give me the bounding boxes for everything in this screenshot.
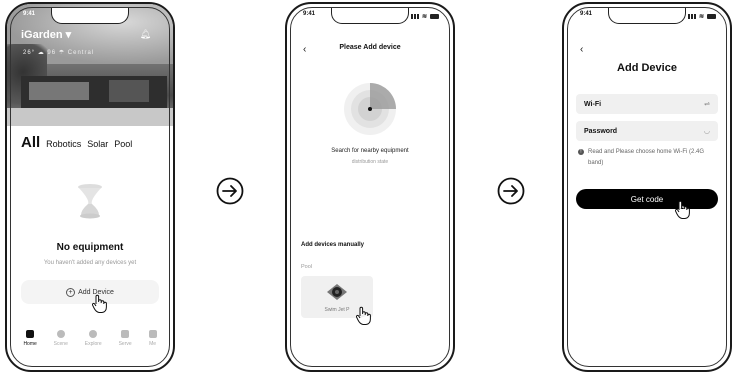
search-subtitle: distribution state [351,159,389,165]
phone-add-device-screen: 9:41 ≋ ‹ Add Device Wi-Fi ⇌ Password ◡ !… [562,2,732,372]
get-code-label: Get code [630,194,664,204]
empty-title: No equipment [56,242,124,253]
category-all[interactable]: All [21,134,40,151]
battery-icon [430,13,439,19]
explore-icon [89,330,98,338]
status-time: 9:41 [580,11,593,17]
notch [51,8,129,24]
page-title: Add Device [617,62,677,74]
weather-info: 26° ☁ 96 ☂ Central [23,50,95,56]
page-title: Please Add device [339,44,401,51]
tab-explore[interactable]: Explore [85,330,102,360]
category-robotics[interactable]: Robotics [46,139,81,149]
wifi-icon: ≋ [421,13,427,20]
category-pool[interactable]: Pool [114,139,132,149]
add-device-button[interactable]: + Add Device [21,280,159,304]
manual-section-title: Add devices manually [301,242,365,248]
tab-home[interactable]: Home [23,330,37,360]
status-time: 9:41 [23,11,36,17]
empty-cup-icon [78,184,102,219]
signal-icon [410,13,419,19]
hand-pointer-icon [91,294,107,313]
password-field[interactable]: Password ◡ [576,121,718,141]
wifi-icon: ≋ [698,13,704,20]
phone-search-screen: 9:41 ≋ ‹ Please Add device Search for ne… [285,2,455,372]
bottom-tab-bar: Home Scene Explore Serve Me [15,330,165,360]
wifi-field[interactable]: Wi-Fi ⇌ [576,94,718,114]
tab-me[interactable]: Me [148,330,157,360]
signal-icon [687,13,696,19]
eye-closed-icon[interactable]: ◡ [704,127,710,135]
category-solar[interactable]: Solar [87,139,108,149]
arrow-right-icon [497,177,525,205]
scene-icon [56,330,65,338]
status-time: 9:41 [303,11,316,17]
battery-icon [707,13,716,19]
wifi-label: Wi-Fi [584,100,602,108]
radar-scan-icon [344,83,396,135]
hand-pointer-icon [674,200,690,219]
arrow-right-icon [216,177,244,205]
notch [608,8,686,24]
person-icon [148,330,157,338]
plus-circle-icon: + [66,287,76,297]
notch [331,8,409,24]
wifi-note: ! Read and Please choose home Wi-Fi (2.4… [578,147,716,169]
switch-arrows-icon[interactable]: ⇌ [704,100,710,108]
tab-serve[interactable]: Serve [119,330,132,360]
info-icon: ! [578,149,584,155]
phone-home-screen: 9:41 iGarden ▾ 🔔︎ 26° ☁ 96 ☂ Central All… [5,2,175,372]
pool-section-label: Pool [301,264,313,270]
password-label: Password [584,127,618,135]
heart-icon [121,330,130,338]
bell-icon[interactable]: 🔔︎ [140,29,151,40]
pool-device-icon [327,284,347,300]
hand-pointer-icon [355,306,371,325]
get-code-button[interactable]: Get code [576,189,718,209]
tab-scene[interactable]: Scene [54,330,68,360]
search-title: Search for nearby equipment [331,148,409,154]
empty-subtitle: You haven't added any devices yet [43,260,137,266]
category-tabs: All Robotics Solar Pool [21,134,132,151]
back-chevron-icon[interactable]: ‹ [580,44,583,55]
app-title-dropdown[interactable]: iGarden ▾ [21,28,71,41]
home-icon [26,330,35,338]
